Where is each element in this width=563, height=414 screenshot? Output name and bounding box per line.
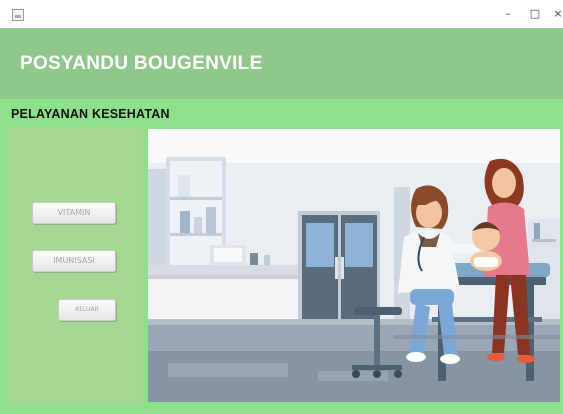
clinic-illustration [148,129,560,402]
imunisasi-button[interactable]: IMUNISASI [32,250,116,272]
app-window: – □ × POSYANDU BOUGENVILE PELAYANAN KESE… [0,0,563,414]
minimize-button[interactable]: – [500,7,516,21]
close-button[interactable]: × [550,7,563,21]
app-title: POSYANDU BOUGENVILE [20,53,263,74]
vitamin-button[interactable]: VITAMIN [32,202,116,224]
keluar-button[interactable]: KELUAR [58,299,116,321]
section-title: PELAYANAN KESEHATAN [11,107,170,121]
maximize-button[interactable]: □ [527,7,543,21]
title-bar: – □ × [0,0,563,28]
app-icon [12,9,24,21]
